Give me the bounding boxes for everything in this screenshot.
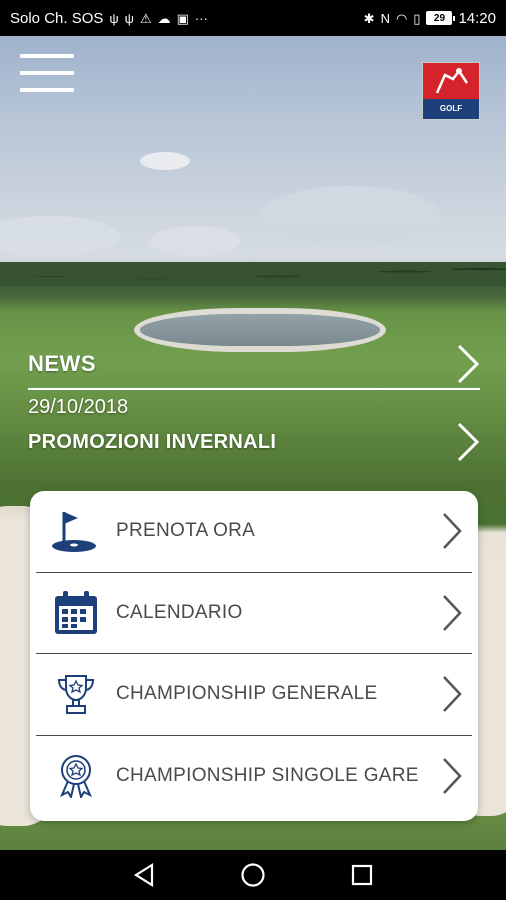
usb-icon: ψ [109,10,119,26]
status-bar: Solo Ch. SOS ψ ψ ⚠ ☁ ▣ ··· ✱ N ◠ ▯ 29 14… [0,0,506,36]
news-item-title: PROMOZIONI INVERNALI [28,430,277,453]
medal-icon [40,754,112,799]
news-item[interactable]: PROMOZIONI INVERNALI [28,420,480,464]
menu-item-label: CALENDARIO [116,601,243,623]
menu-item-label: CHAMPIONSHIP SINGOLE GARE [116,765,419,787]
menu-item-prenota-ora[interactable]: PRENOTA ORA [36,491,472,573]
main-menu-card: PRENOTA ORA CALENDARIO CHAMPIONSHIP GENE… [30,491,478,821]
menu-item-calendario[interactable]: CALENDARIO [36,573,472,654]
chevron-right-icon [456,422,480,462]
more-icon: ··· [194,10,208,26]
recent-apps-icon[interactable] [342,855,382,895]
image-icon: ▣ [176,10,189,26]
chevron-right-icon [432,511,472,551]
battery-icon: 29 [426,11,456,25]
menu-item-label: CHAMPIONSHIP GENERALE [116,683,378,705]
hamburger-menu-icon[interactable] [20,54,74,92]
chevron-right-icon [432,674,472,714]
android-navigation-bar [0,850,506,900]
menu-item-championship-generale[interactable]: CHAMPIONSHIP GENERALE [36,654,472,736]
trophy-icon [40,672,112,716]
usb-icon: ψ [124,10,134,26]
warning-icon: ⚠ [139,10,152,26]
status-right: ✱ N ◠ ▯ 29 14:20 [364,10,496,27]
carrier-name: Solo Ch. SOS [10,9,104,27]
chevron-right-icon [432,756,472,796]
cloud-icon: ☁ [157,10,171,26]
chevron-right-icon [432,593,472,633]
menu-item-label: PRENOTA ORA [116,520,256,542]
news-section-header[interactable]: NEWS [28,340,480,390]
status-left: Solo Ch. SOS ψ ψ ⚠ ☁ ▣ ··· [10,10,208,27]
back-icon[interactable] [124,855,164,895]
nfc-icon: N [380,10,390,26]
logo-text: GOLF [423,99,479,119]
menu-item-championship-singole-gare[interactable]: CHAMPIONSHIP SINGOLE GARE [36,736,472,818]
sim-icon: ▯ [413,10,421,26]
golf-club-logo: GOLF [422,62,480,120]
bluetooth-icon: ✱ [363,10,375,26]
chevron-right-icon [456,344,480,384]
calendar-icon [40,590,112,636]
news-title: NEWS [28,351,96,376]
news-date: 29/10/2018 [28,396,129,418]
clock: 14:20 [458,9,496,27]
wifi-icon: ◠ [395,10,408,26]
home-icon[interactable] [233,855,273,895]
golf-flag-icon [40,508,112,554]
